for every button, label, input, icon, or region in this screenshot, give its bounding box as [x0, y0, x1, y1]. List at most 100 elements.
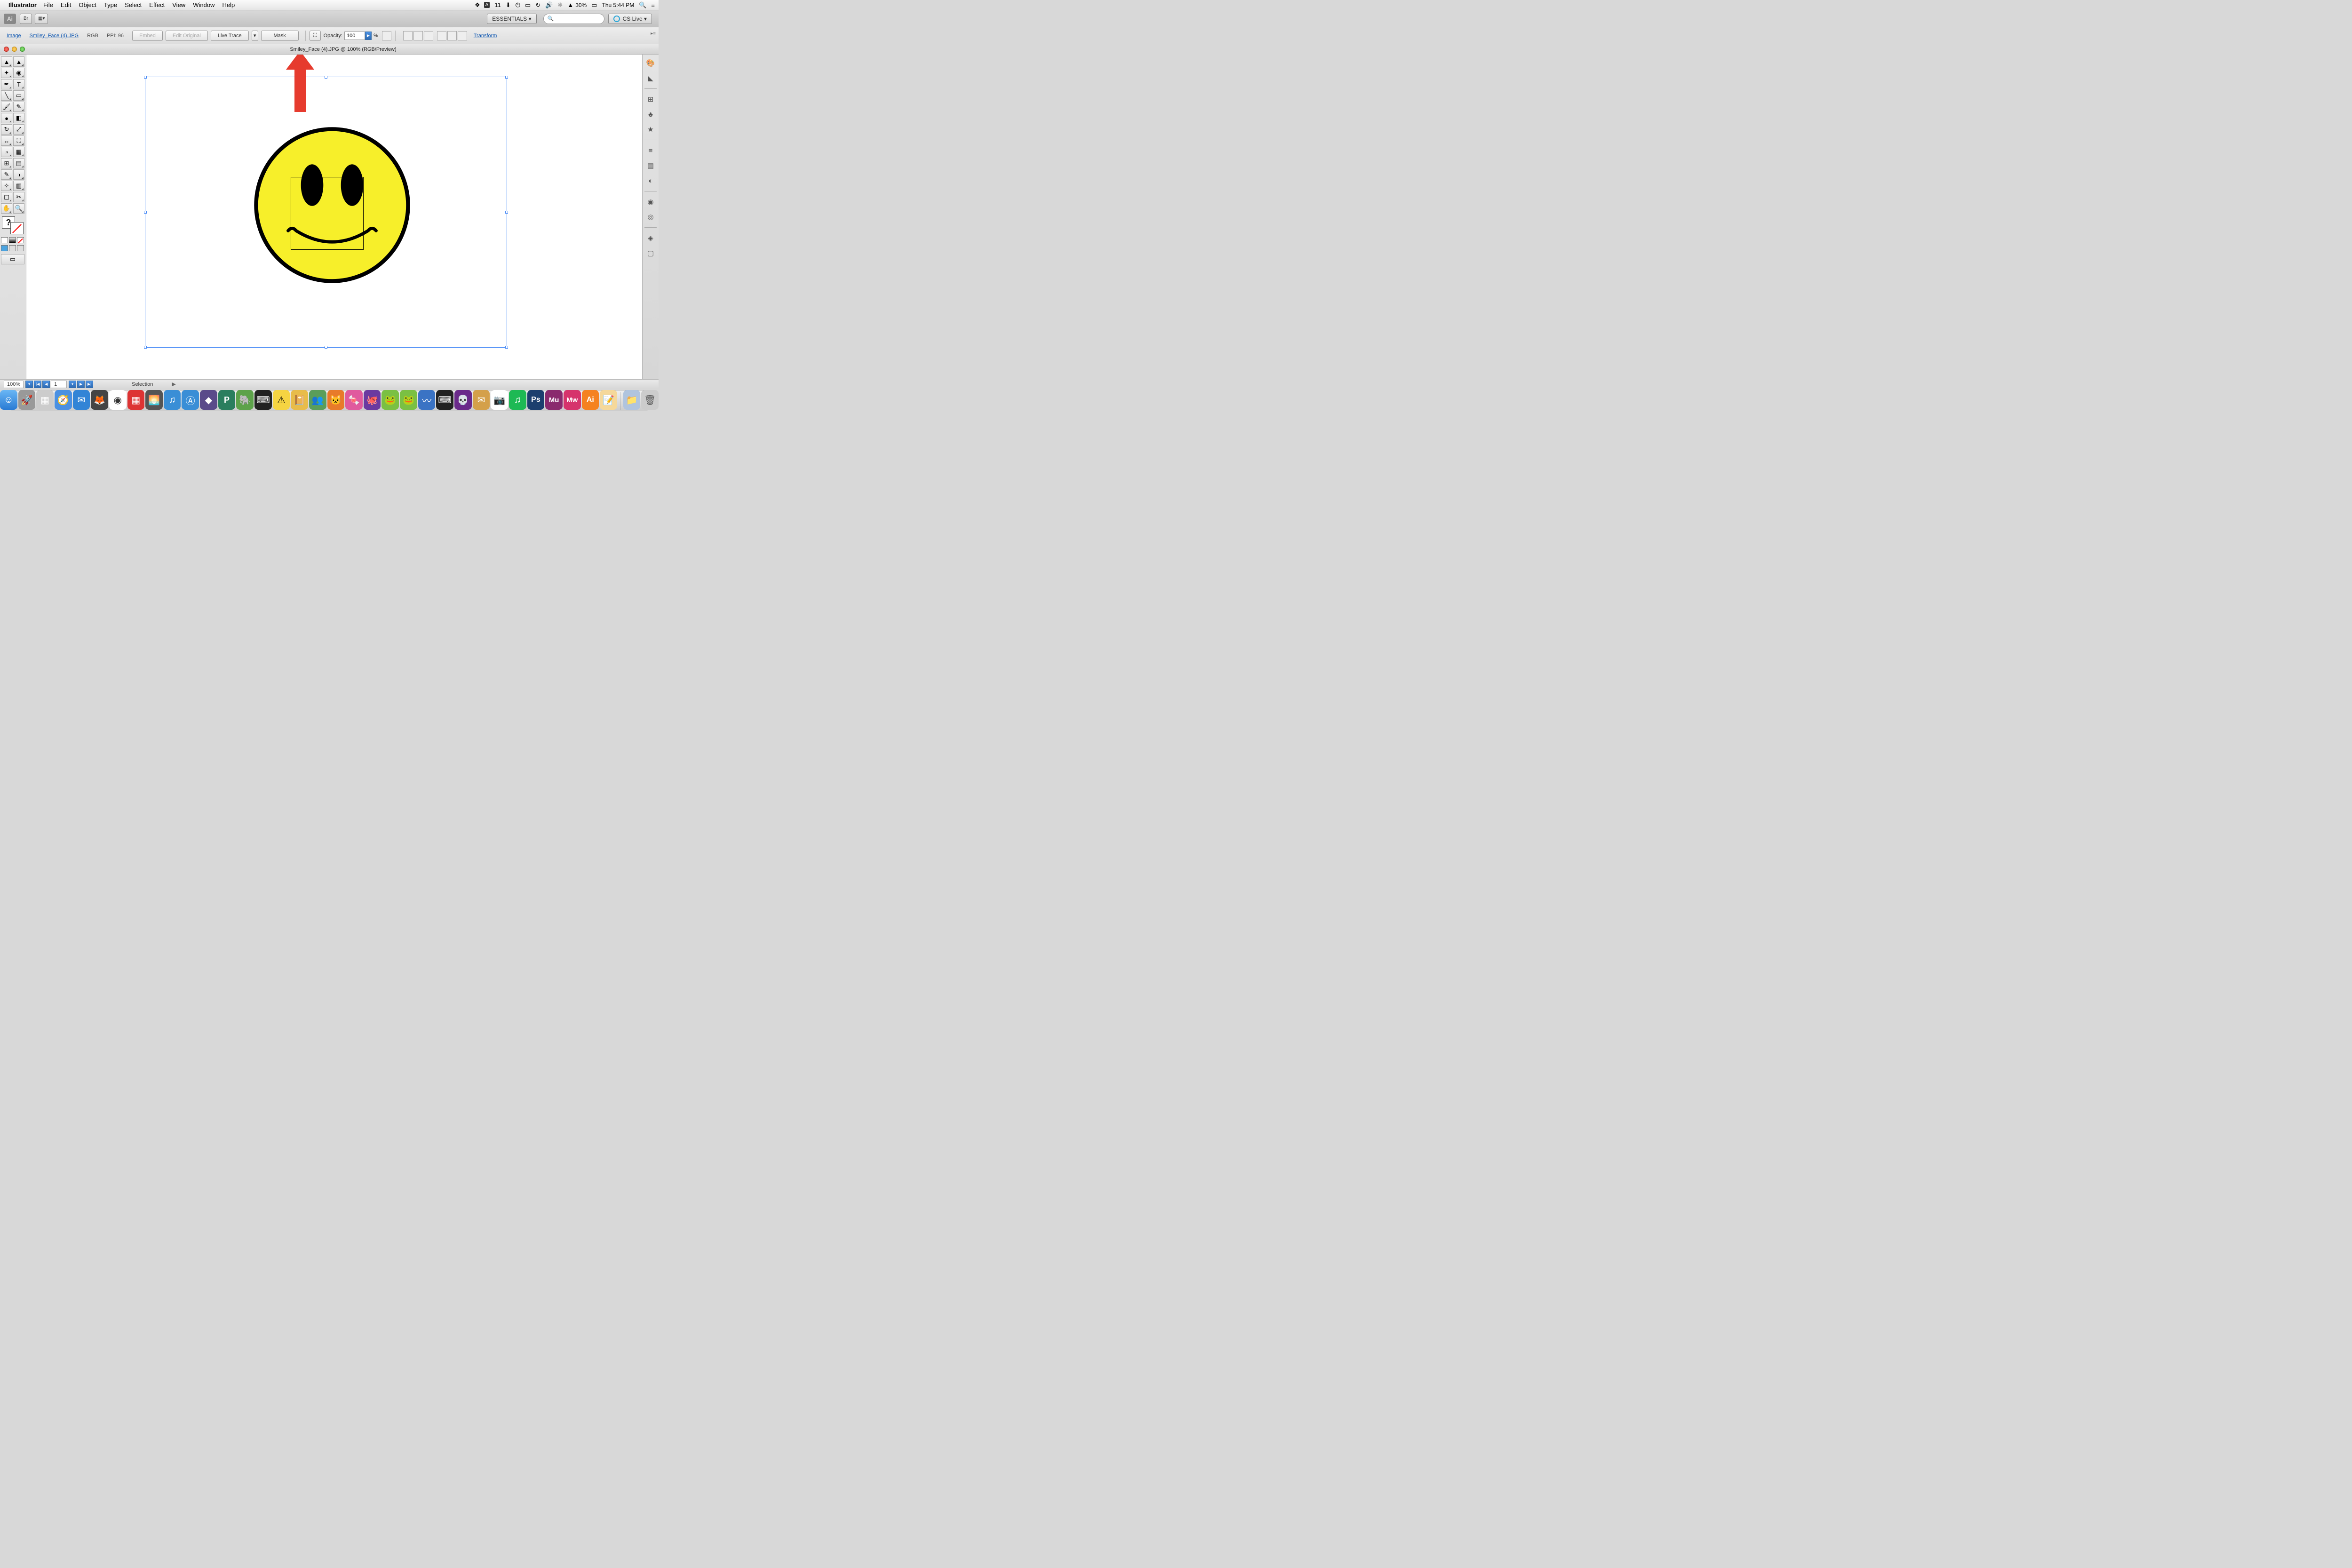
menu-help[interactable]: Help — [222, 1, 235, 8]
handle-ml[interactable] — [144, 211, 147, 214]
search-input[interactable]: 🔍 — [543, 14, 604, 24]
workspace-switcher[interactable]: ESSENTIALS ▾ — [487, 14, 536, 24]
dock-skull-icon[interactable]: 💀 — [454, 390, 472, 410]
width-tool[interactable]: ↔ — [1, 135, 12, 146]
dock-terminal2-icon[interactable]: ⌨ — [436, 390, 453, 410]
window-zoom-button[interactable] — [20, 47, 25, 52]
draw-inside-button[interactable] — [17, 245, 24, 251]
dock-photo-icon[interactable]: 📷 — [491, 390, 508, 410]
dock-spotify-icon[interactable]: ♫ — [509, 390, 526, 410]
line-tool[interactable]: ╲ — [1, 90, 12, 101]
dock-missioncontrol-icon[interactable]: ▦ — [36, 390, 54, 410]
align-bottom-button[interactable] — [458, 31, 467, 40]
notification-center-icon[interactable]: ≡ — [651, 1, 655, 8]
dock-p-icon[interactable]: P — [218, 390, 236, 410]
embed-button[interactable]: Embed — [132, 31, 163, 41]
dock-terminal-icon[interactable]: ⌨ — [254, 390, 272, 410]
handle-tr[interactable] — [505, 76, 508, 79]
gradient-tool[interactable]: ▤ — [13, 158, 24, 168]
graphic-styles-panel-icon[interactable]: ◎ — [645, 211, 656, 223]
filename-link[interactable]: Smiley_Face (4).JPG — [30, 33, 79, 39]
dock-mu-icon[interactable]: Mu — [545, 390, 563, 410]
symbol-sprayer-tool[interactable]: ✧ — [1, 181, 12, 191]
dock-candy-icon[interactable]: 🍬 — [345, 390, 363, 410]
column-graph-tool[interactable]: ▥ — [13, 181, 24, 191]
mask-button[interactable]: Mask — [261, 31, 299, 41]
artboards-panel-icon[interactable]: ▢ — [645, 247, 656, 259]
type-tool[interactable]: T — [13, 79, 24, 89]
free-transform-tool[interactable]: ⛶ — [13, 135, 24, 146]
live-trace-dropdown[interactable]: ▾ — [252, 31, 258, 41]
power-icon[interactable]: ⏻ — [516, 1, 520, 9]
transform-link[interactable]: Transform — [474, 33, 497, 39]
recolor-artwork-button[interactable] — [382, 31, 391, 40]
symbols-panel-icon[interactable]: ★ — [645, 124, 656, 135]
dock-audacity-icon[interactable]: 〰 — [418, 390, 436, 410]
canvas[interactable] — [26, 55, 643, 379]
dock-finder-icon[interactable]: ☺ — [0, 390, 17, 410]
opacity-input[interactable] — [344, 32, 365, 40]
adobe-menubar-icon[interactable]: A — [484, 2, 490, 8]
transparency-panel-icon[interactable]: ◐ — [645, 175, 656, 186]
gradient-mode-swatch[interactable] — [9, 237, 16, 243]
color-mode-swatch[interactable] — [1, 237, 8, 243]
dock-photoshop-icon[interactable]: Ps — [527, 390, 545, 410]
window-close-button[interactable] — [4, 47, 9, 52]
selection-tool[interactable]: ▲ — [1, 56, 12, 67]
appearance-panel-icon[interactable]: ◉ — [645, 196, 656, 207]
slice-tool[interactable]: ✂ — [13, 192, 24, 202]
dock-appstore-icon[interactable]: Ⓐ — [182, 390, 199, 410]
bluetooth-icon[interactable]: ✱ — [557, 1, 563, 9]
menu-select[interactable]: Select — [125, 1, 142, 8]
dock-mw-icon[interactable]: Mw — [564, 390, 581, 410]
menu-file[interactable]: File — [43, 1, 53, 8]
zoom-tool[interactable]: 🔍 — [13, 203, 24, 214]
handle-bc[interactable] — [325, 346, 327, 349]
rectangle-tool[interactable]: ▭ — [13, 90, 24, 101]
scale-tool[interactable]: ⤢ — [13, 124, 24, 135]
selection-type-link[interactable]: Image — [7, 33, 21, 39]
edit-original-button[interactable]: Edit Original — [166, 31, 208, 41]
stroke-panel-icon[interactable]: ≡ — [645, 145, 656, 156]
paintbrush-tool[interactable]: 🖌 — [1, 102, 12, 112]
blend-tool[interactable]: ◑ — [13, 169, 24, 180]
handle-mr[interactable] — [505, 211, 508, 214]
align-center-button[interactable] — [413, 31, 423, 40]
dock-mail-icon[interactable]: ✉ — [73, 390, 90, 410]
handle-tl[interactable] — [144, 76, 147, 79]
lasso-tool[interactable]: ◉ — [13, 68, 24, 78]
dock-itunes-icon[interactable]: ♫ — [164, 390, 181, 410]
dock-frog2-icon[interactable]: 🐸 — [400, 390, 417, 410]
dock-app2-icon[interactable]: ◆ — [200, 390, 217, 410]
timemachine-icon[interactable]: ↻ — [535, 1, 540, 9]
dock-chrome-icon[interactable]: ◉ — [109, 390, 127, 410]
draw-behind-button[interactable] — [9, 245, 16, 251]
volume-icon[interactable]: 🔊 — [545, 1, 553, 9]
menu-type[interactable]: Type — [104, 1, 117, 8]
handle-tc[interactable] — [325, 76, 327, 79]
menu-object[interactable]: Object — [79, 1, 96, 8]
hand-tool[interactable]: ✋ — [1, 203, 12, 214]
dock-frog1-icon[interactable]: 🐸 — [381, 390, 399, 410]
dock-firefox-icon[interactable]: 🦊 — [91, 390, 108, 410]
color-panel-icon[interactable]: 🎨 — [645, 57, 656, 69]
bridge-button[interactable]: Br — [20, 14, 32, 24]
battery-percent[interactable]: 30% — [575, 2, 587, 8]
color-guide-panel-icon[interactable]: ◣ — [645, 72, 656, 84]
dock-adium-icon[interactable]: 👥 — [309, 390, 326, 410]
dock-mail2-icon[interactable]: ✉ — [473, 390, 490, 410]
control-menu-icon[interactable]: ▸≡ — [651, 31, 656, 36]
display-icon[interactable]: ▭ — [525, 1, 531, 9]
layers-panel-icon[interactable]: ◈ — [645, 232, 656, 244]
none-mode-swatch[interactable] — [17, 237, 24, 243]
align-left-button[interactable] — [403, 31, 413, 40]
blob-brush-tool[interactable]: ● — [1, 113, 12, 123]
perspective-grid-tool[interactable]: ▦ — [13, 147, 24, 157]
dock-hazard-icon[interactable]: ⚠ — [273, 390, 290, 410]
battery-icon[interactable]: ▭ — [591, 1, 597, 9]
eraser-tool[interactable]: ◧ — [13, 113, 24, 123]
dock-trash-icon[interactable]: 🗑 — [641, 390, 659, 410]
wifi-icon[interactable]: ▲ — [567, 1, 573, 8]
menu-edit[interactable]: Edit — [61, 1, 71, 8]
handle-br[interactable] — [505, 346, 508, 349]
